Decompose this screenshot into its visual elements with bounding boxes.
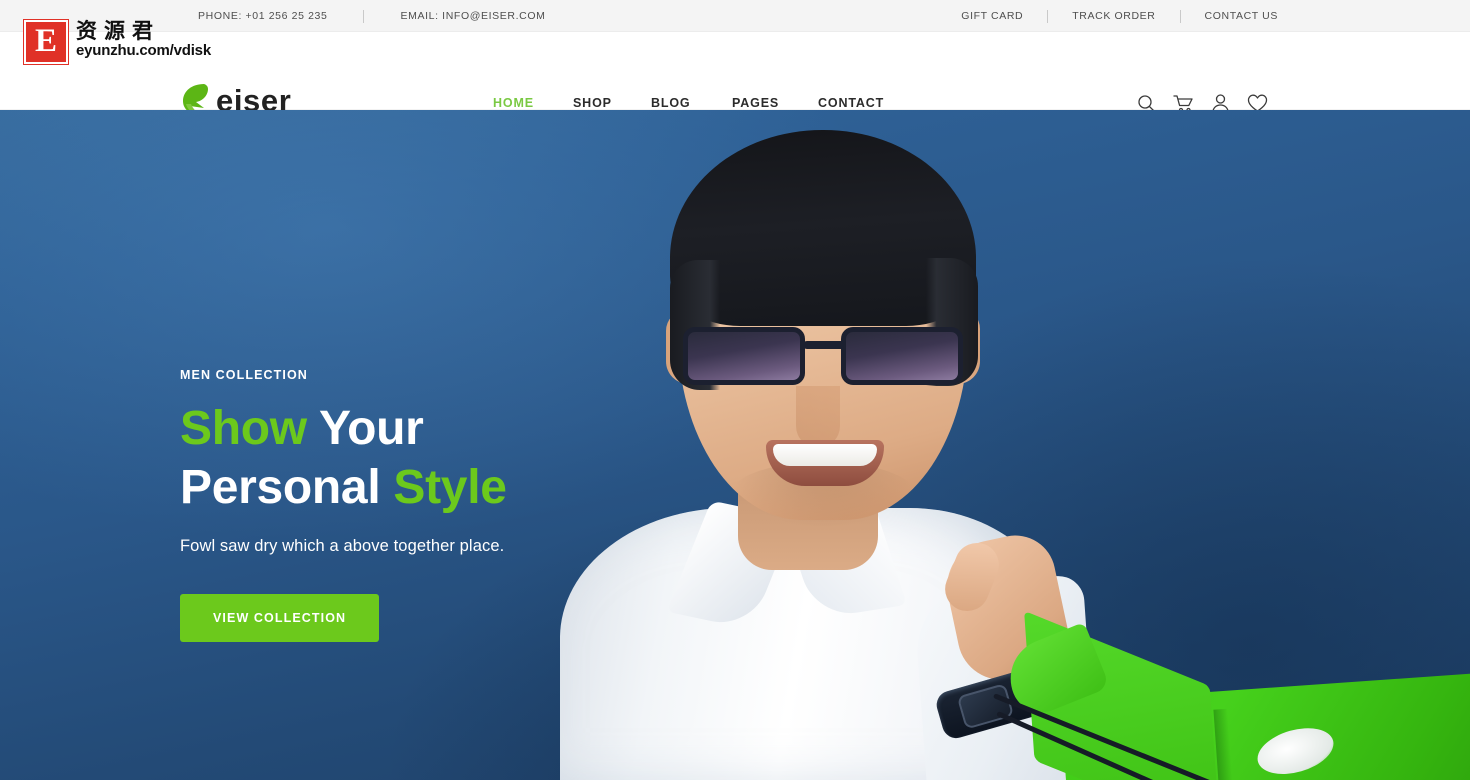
model-teeth (773, 444, 877, 466)
nav-item-pages[interactable]: PAGES (732, 96, 818, 110)
topbar-divider (1047, 9, 1049, 23)
topbar-links-group: GIFT CARD TRACK ORDER CONTACT US (959, 0, 1280, 32)
sunglasses-bridge (803, 341, 845, 349)
hero-banner: MEN COLLECTION Show Your Personal Style … (0, 110, 1470, 780)
topbar-divider (363, 9, 365, 23)
sunglasses-lens-right (841, 327, 963, 385)
view-collection-button[interactable]: VIEW COLLECTION (180, 594, 380, 643)
topbar-phone: PHONE: +01 256 25 235 (198, 10, 328, 22)
hero-headline-word-show: Show (180, 402, 307, 455)
nav-link-contact[interactable]: CONTACT (818, 96, 884, 110)
hero-headline-word-personal: Personal (180, 460, 381, 514)
nav-item-home[interactable]: HOME (493, 96, 573, 110)
topbar-link-contact-us[interactable]: CONTACT US (1203, 10, 1280, 22)
nav-item-shop[interactable]: SHOP (573, 96, 651, 110)
hero-headline-word-your: Your (318, 402, 424, 455)
topbar-email: EMAIL: INFO@EISER.COM (400, 10, 546, 22)
hero-eyebrow: MEN COLLECTION (180, 368, 308, 382)
site-header: eiser HOME SHOP BLOG PAGES CONTACT (0, 32, 1470, 116)
nav-item-contact[interactable]: CONTACT (818, 96, 884, 110)
nav-link-shop[interactable]: SHOP (573, 96, 612, 110)
topbar-contact-group: PHONE: +01 256 25 235 EMAIL: INFO@EISER.… (196, 0, 548, 32)
top-utility-bar: PHONE: +01 256 25 235 EMAIL: INFO@EISER.… (0, 0, 1470, 32)
hero-headline: Show Your Personal Style (180, 400, 740, 517)
nav-link-blog[interactable]: BLOG (651, 96, 691, 110)
hero-headline-word-style: Style (393, 460, 507, 514)
topbar-link-gift-card[interactable]: GIFT CARD (959, 10, 1025, 22)
topbar-divider (1179, 9, 1181, 23)
nav-link-home[interactable]: HOME (493, 96, 534, 110)
hero-subcopy: Fowl saw dry which a above together plac… (180, 537, 505, 556)
nav-item-blog[interactable]: BLOG (651, 96, 732, 110)
model-nose (796, 386, 840, 448)
hero-copy-block: MEN COLLECTION Show Your Personal Style … (180, 368, 740, 643)
green-shopping-bag (992, 610, 1470, 780)
model-smile (766, 440, 884, 486)
topbar-link-track-order[interactable]: TRACK ORDER (1070, 10, 1157, 22)
nav-link-pages[interactable]: PAGES (732, 96, 779, 110)
